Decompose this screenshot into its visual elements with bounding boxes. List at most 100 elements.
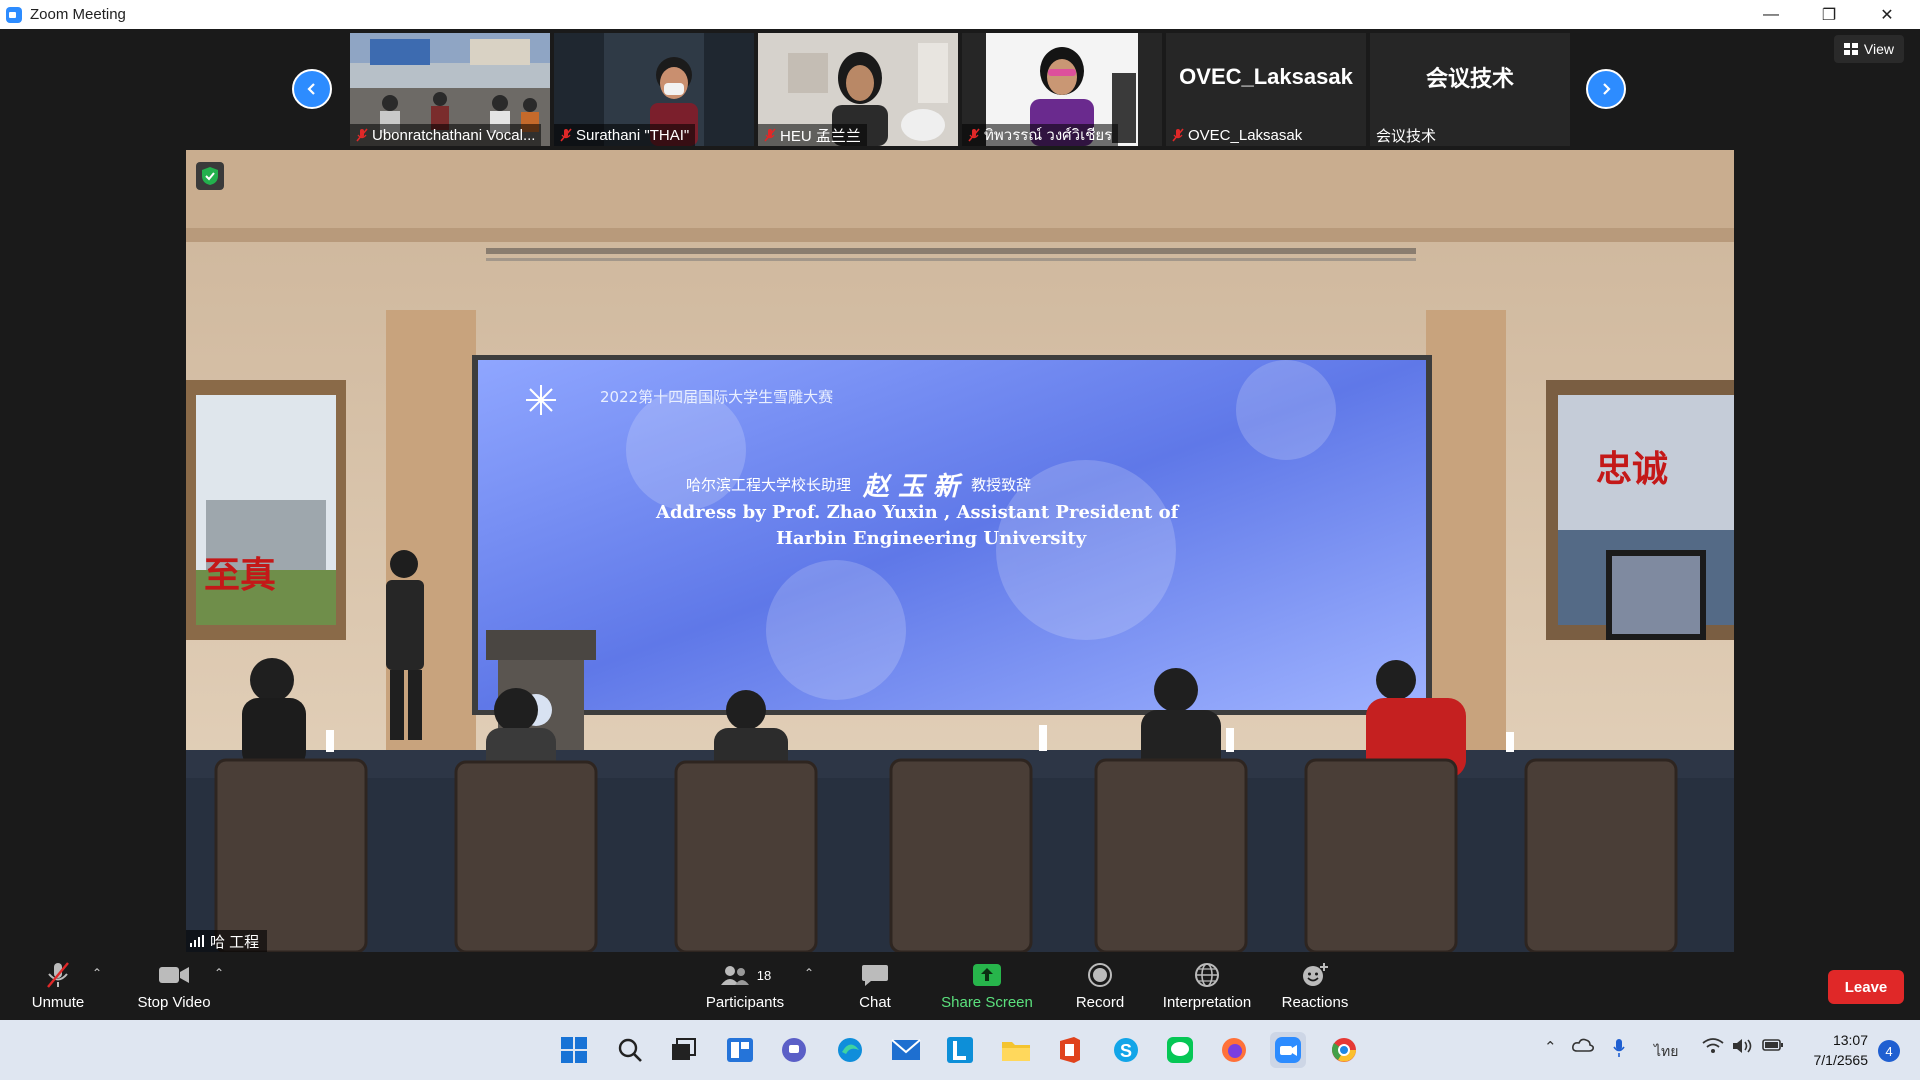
participant-name-row: ทิพวรรณ์ วงศ์วิเชียร bbox=[962, 124, 1119, 146]
zoom-app-icon bbox=[6, 6, 22, 23]
view-button[interactable]: View bbox=[1833, 35, 1904, 63]
microphone-tray-icon[interactable] bbox=[1612, 1038, 1626, 1062]
screen-line-4: Harbin Engineering University bbox=[776, 528, 1087, 549]
participants-button[interactable]: 18 Participants bbox=[700, 960, 790, 1018]
office-icon[interactable] bbox=[1052, 1032, 1088, 1068]
minimize-button[interactable]: — bbox=[1742, 0, 1800, 29]
title-bar: Zoom Meeting — ❐ ✕ bbox=[0, 0, 1920, 29]
system-clock[interactable]: 13:07 7/1/2565 bbox=[1814, 1030, 1869, 1070]
notification-count-badge[interactable]: 4 bbox=[1878, 1040, 1900, 1062]
video-options-caret[interactable]: ⌃ bbox=[214, 966, 224, 980]
meeting-toolbar: Unmute ⌃ Stop Video ⌃ 18 Participants ⌃ bbox=[0, 954, 1920, 1020]
task-view-icon[interactable] bbox=[666, 1032, 702, 1068]
file-explorer-icon[interactable] bbox=[998, 1032, 1034, 1068]
meeting-area: Ubonratchathani Vocal... Surathani "THAI… bbox=[0, 29, 1920, 954]
view-label: View bbox=[1863, 41, 1894, 57]
active-speaker-label: 哈 工程 bbox=[186, 930, 268, 952]
mic-muted-icon bbox=[968, 128, 980, 142]
l-app-icon[interactable] bbox=[942, 1032, 978, 1068]
clock-date: 7/1/2565 bbox=[1813, 1052, 1869, 1068]
participant-tile[interactable]: HEU 孟兰兰 bbox=[758, 33, 958, 146]
participants-options-caret[interactable]: ⌃ bbox=[804, 966, 814, 980]
skype-icon[interactable]: S bbox=[1108, 1032, 1144, 1068]
record-icon bbox=[1088, 963, 1112, 987]
onedrive-cloud-icon[interactable] bbox=[1572, 1038, 1594, 1056]
share-screen-button[interactable]: Share Screen bbox=[936, 960, 1038, 1018]
main-video[interactable]: 2022第十四届国际大学生雪雕大赛 哈尔滨工程大学校长助理 赵 玉 新 教授致辞… bbox=[186, 150, 1734, 952]
screen-line-2-suffix: 教授致辞 bbox=[971, 476, 1032, 494]
close-button[interactable]: ✕ bbox=[1858, 0, 1916, 29]
screen-line-3: Address by Prof. Zhao Yuxin , Assistant … bbox=[656, 502, 1179, 523]
mic-muted-icon bbox=[560, 128, 572, 142]
unmute-button[interactable]: Unmute bbox=[22, 960, 94, 1018]
chevron-left-icon bbox=[307, 83, 315, 95]
participant-tile[interactable]: ทิพวรรณ์ วงศ์วิเชียร bbox=[962, 33, 1162, 146]
participant-name: Surathani "THAI" bbox=[576, 126, 690, 144]
mail-icon[interactable] bbox=[888, 1032, 924, 1068]
window-title: Zoom Meeting bbox=[30, 6, 126, 23]
chevron-right-icon bbox=[1603, 83, 1611, 95]
snowflake-logo bbox=[526, 385, 556, 415]
mic-muted-icon bbox=[1172, 128, 1184, 142]
input-language[interactable]: ไทย bbox=[1654, 1041, 1678, 1063]
edge-browser-icon[interactable] bbox=[832, 1032, 868, 1068]
participant-name: 会议技术 bbox=[1376, 127, 1437, 145]
chat-label: Chat bbox=[859, 994, 891, 1011]
show-hidden-icons-icon[interactable]: ⌃ bbox=[1544, 1038, 1557, 1056]
wifi-icon[interactable] bbox=[1702, 1038, 1724, 1058]
emoji-add-icon bbox=[1303, 963, 1328, 986]
screen-line-2-name: 赵 玉 新 bbox=[863, 472, 960, 502]
record-button[interactable]: Record bbox=[1064, 960, 1136, 1018]
stop-video-button[interactable]: Stop Video bbox=[134, 960, 214, 1018]
interpretation-button[interactable]: Interpretation bbox=[1156, 960, 1258, 1018]
participant-name: OVEC_Laksasak bbox=[1188, 126, 1303, 144]
participant-tile[interactable]: 会议技术 会议技术 bbox=[1370, 33, 1570, 146]
restore-button[interactable]: ❐ bbox=[1800, 0, 1858, 29]
participant-name: Ubonratchathani Vocal... bbox=[372, 126, 536, 144]
volume-icon[interactable] bbox=[1732, 1038, 1754, 1058]
clock-time: 13:07 bbox=[1832, 1032, 1868, 1048]
reactions-button[interactable]: Reactions bbox=[1276, 960, 1354, 1018]
chat-button[interactable]: Chat bbox=[840, 960, 910, 1018]
participant-name-row: OVEC_Laksasak bbox=[1166, 124, 1308, 146]
battery-icon[interactable] bbox=[1762, 1038, 1784, 1056]
chrome-icon[interactable] bbox=[1326, 1032, 1362, 1068]
participant-display-name: OVEC_Laksasak bbox=[1179, 64, 1353, 89]
participant-tile[interactable]: Surathani "THAI" bbox=[554, 33, 754, 146]
encryption-badge[interactable] bbox=[196, 162, 224, 190]
participants-icon bbox=[720, 966, 749, 985]
widgets-icon[interactable] bbox=[722, 1032, 758, 1068]
video-camera-icon bbox=[159, 967, 189, 983]
next-page-button[interactable] bbox=[1586, 69, 1626, 109]
teams-chat-icon[interactable] bbox=[776, 1032, 812, 1068]
interpretation-label: Interpretation bbox=[1162, 994, 1252, 1011]
mic-muted-icon bbox=[764, 128, 776, 142]
screen-line-1: 2022第十四届国际大学生雪雕大赛 bbox=[600, 388, 834, 406]
participants-count: 18 bbox=[756, 967, 772, 983]
participant-name-row: HEU 孟兰兰 bbox=[758, 124, 867, 146]
svg-text:S: S bbox=[1120, 1041, 1132, 1061]
participant-name: HEU 孟兰兰 bbox=[780, 127, 861, 145]
firefox-icon[interactable] bbox=[1216, 1032, 1252, 1068]
zoom-taskbar-icon[interactable] bbox=[1270, 1032, 1306, 1068]
start-icon[interactable] bbox=[556, 1032, 592, 1068]
leave-button[interactable]: Leave bbox=[1828, 970, 1904, 1004]
share-screen-label: Share Screen bbox=[941, 994, 1033, 1011]
mic-muted-icon bbox=[356, 128, 368, 142]
globe-icon bbox=[1195, 963, 1219, 987]
line-app-icon[interactable] bbox=[1162, 1032, 1198, 1068]
participants-label: Participants bbox=[705, 994, 785, 1011]
screen-line-2-prefix: 哈尔滨工程大学校长助理 bbox=[686, 476, 852, 494]
wall-sign-left: 至真 bbox=[204, 555, 277, 596]
mic-muted-icon bbox=[47, 962, 69, 988]
participant-tile[interactable]: Ubonratchathani Vocal... bbox=[350, 33, 550, 146]
audio-options-caret[interactable]: ⌃ bbox=[92, 966, 102, 980]
participant-tile[interactable]: OVEC_Laksasak OVEC_Laksasak bbox=[1166, 33, 1366, 146]
grid-view-icon bbox=[1843, 43, 1858, 55]
previous-page-button[interactable] bbox=[292, 69, 332, 109]
participant-name-row: Ubonratchathani Vocal... bbox=[350, 124, 542, 146]
speaker-name: 哈 工程 bbox=[210, 933, 260, 951]
chat-bubble-icon bbox=[862, 965, 888, 986]
shield-check-icon bbox=[202, 167, 218, 185]
search-icon[interactable] bbox=[612, 1032, 648, 1068]
